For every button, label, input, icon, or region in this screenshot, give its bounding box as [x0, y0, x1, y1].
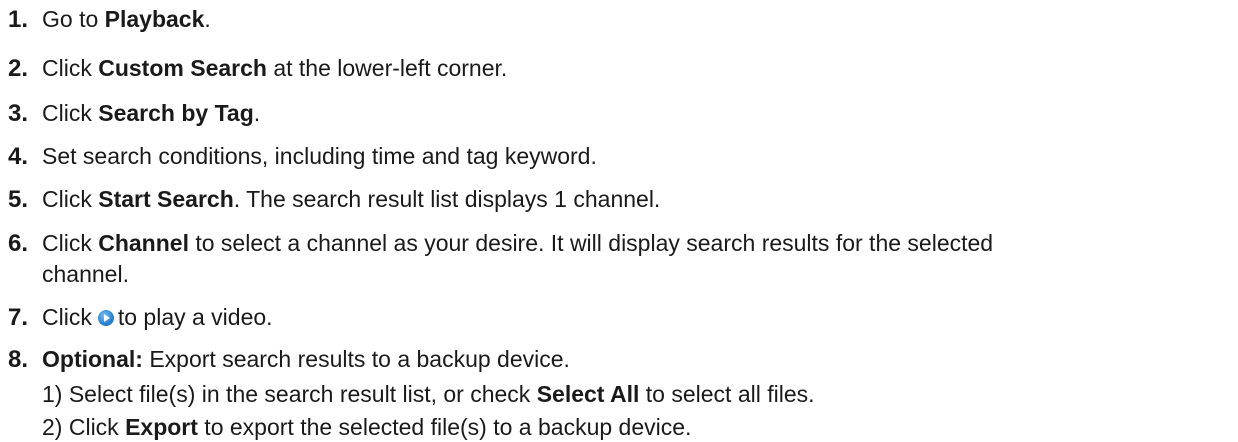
- substep-text: to select all files.: [639, 381, 815, 407]
- step-6: 6. Click Channel to select a channel as y…: [8, 228, 993, 259]
- step-number: 8.: [8, 346, 29, 373]
- substep-number: 1): [42, 381, 63, 407]
- ui-term: Channel: [98, 230, 189, 256]
- step-6-continuation: channel.: [42, 261, 129, 287]
- substep-1: 1) Select file(s) in the search result l…: [42, 379, 815, 409]
- step-number: 2.: [8, 55, 29, 82]
- step-text: .: [253, 100, 261, 126]
- step-text: Set search conditions, including time an…: [42, 143, 597, 169]
- step-5: 5. Click Start Search. The search result …: [8, 184, 660, 215]
- play-icon: [97, 310, 114, 326]
- step-7: 7. Click to play a video.: [8, 302, 273, 333]
- step-text: Click: [42, 304, 92, 330]
- ui-term: Export: [125, 414, 198, 440]
- step-number: 4.: [8, 143, 29, 170]
- step-text: to play a video.: [117, 304, 273, 330]
- step-text: Export search results to a backup device…: [142, 346, 570, 372]
- step-number: 1.: [8, 6, 29, 33]
- step-text: Click: [42, 55, 99, 81]
- ui-term: Search by Tag: [98, 100, 254, 126]
- optional-label: Optional:: [42, 346, 143, 372]
- step-number: 6.: [8, 230, 29, 257]
- step-number: 3.: [8, 100, 29, 127]
- step-text: Click: [42, 230, 99, 256]
- step-8: 8. Optional: Export search results to a b…: [8, 344, 570, 375]
- ui-term: Custom Search: [98, 55, 267, 81]
- step-text: Click: [42, 186, 99, 212]
- step-number: 7.: [8, 304, 29, 331]
- substep-text: to export the selected file(s) to a back…: [197, 414, 692, 440]
- step-text: Go to: [42, 6, 105, 32]
- step-number: 5.: [8, 186, 29, 213]
- ui-term: Select All: [536, 381, 640, 407]
- step-text: to select a channel as your desire. It w…: [188, 230, 994, 256]
- step-3: 3. Click Search by Tag.: [8, 98, 260, 129]
- step-text: . The search result list displays 1 chan…: [233, 186, 661, 212]
- substep-2: 2) Click Export to export the selected f…: [42, 412, 691, 442]
- step-text: .: [204, 6, 211, 32]
- step-1: 1. Go to Playback.: [8, 4, 211, 35]
- step-2: 2. Click Custom Search at the lower-left …: [8, 53, 507, 84]
- substep-text: Select file(s) in the search result list…: [62, 381, 537, 407]
- ui-term: Start Search: [98, 186, 234, 212]
- step-4: 4. Set search conditions, including time …: [8, 141, 597, 172]
- step-text: Click: [42, 100, 99, 126]
- substep-number: 2): [42, 414, 63, 440]
- step-text: at the lower-left corner.: [266, 55, 508, 81]
- substep-text: Click: [62, 414, 126, 440]
- ui-term: Playback: [104, 6, 205, 32]
